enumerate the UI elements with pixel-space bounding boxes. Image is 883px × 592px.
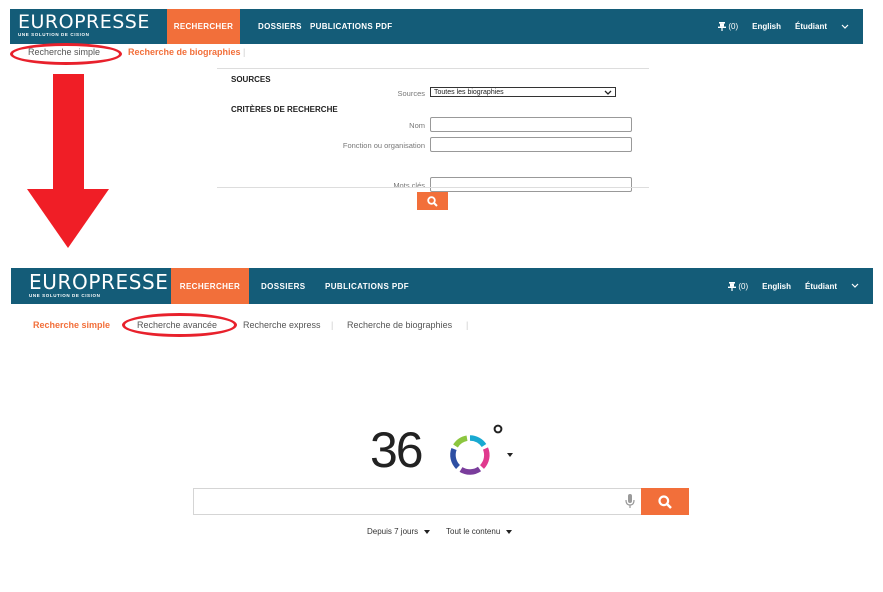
europresse-logo[interactable]: EUROPRESSE UNE SOLUTION DE CISION	[18, 12, 150, 37]
sources-heading: SOURCES	[231, 75, 271, 84]
subnav-separator: |	[466, 320, 469, 330]
tab-recherche-express[interactable]: Recherche express	[243, 320, 321, 330]
logo-brand: EUROPRESSE	[18, 11, 150, 33]
sources-label: Sources	[397, 89, 425, 98]
nom-label: Nom	[409, 121, 425, 130]
mots-cles-label: Mots clés	[393, 181, 425, 190]
europresse-logo[interactable]: EUROPRESSE UNE SOLUTION DE CISION	[29, 270, 169, 299]
menu-publications-pdf[interactable]: PUBLICATIONS PDF	[325, 268, 409, 304]
user-menu[interactable]: Étudiant	[805, 282, 837, 291]
search-icon	[658, 494, 672, 509]
search-button[interactable]	[417, 192, 448, 210]
tab-recherche-biographies[interactable]: Recherche de biographies	[128, 47, 241, 57]
annotation-circle-simple	[10, 43, 122, 65]
annotation-circle-avancee	[122, 313, 237, 337]
search-button[interactable]	[641, 488, 689, 515]
chevron-down-icon	[604, 90, 612, 95]
content-filter[interactable]: Tout le contenu	[446, 527, 513, 536]
menu-rechercher[interactable]: RECHERCHER	[171, 268, 249, 304]
pinned-items[interactable]: (0)	[728, 281, 749, 291]
language-link[interactable]: English	[752, 22, 781, 31]
criteria-heading: CRITÈRES DE RECHERCHE	[231, 105, 338, 114]
search-input[interactable]	[193, 488, 641, 515]
fonction-label: Fonction ou organisation	[342, 141, 425, 150]
top-navbar: EUROPRESSE UNE SOLUTION DE CISION RECHER…	[10, 9, 863, 44]
pin-icon	[728, 281, 737, 291]
pinned-items[interactable]: (0)	[718, 22, 738, 31]
logo-360: 36	[370, 420, 520, 480]
tab-recherche-simple[interactable]: Recherche simple	[33, 320, 110, 330]
pin-icon	[718, 22, 727, 31]
fonction-input[interactable]	[430, 137, 632, 152]
chevron-down-icon[interactable]	[851, 283, 859, 289]
nom-input[interactable]	[430, 117, 632, 132]
tab-recherche-biographies[interactable]: Recherche de biographies	[347, 320, 452, 330]
biography-search-form: SOURCES Sources Toutes les biographies C…	[217, 68, 649, 210]
caret-down-icon	[506, 529, 513, 534]
period-filter-label: Depuis 7 jours	[367, 527, 419, 536]
pin-count: (0)	[738, 281, 749, 291]
top-navbar-2: EUROPRESSE UNE SOLUTION DE CISION RECHER…	[11, 268, 873, 304]
content-filter-label: Tout le contenu	[446, 527, 501, 536]
search-icon	[427, 195, 438, 207]
mots-cles-input[interactable]	[430, 177, 632, 192]
menu-rechercher[interactable]: RECHERCHER	[167, 9, 240, 44]
microphone-icon[interactable]	[625, 494, 635, 509]
subnav-separator: |	[331, 320, 334, 330]
language-link[interactable]: English	[762, 282, 791, 291]
user-menu[interactable]: Étudiant	[795, 22, 827, 31]
logo-360-ring-icon	[450, 424, 513, 475]
sources-select[interactable]: Toutes les biographies	[430, 87, 616, 97]
annotation-arrow-head	[27, 189, 109, 248]
caret-down-icon	[424, 529, 431, 534]
pin-count: (0)	[728, 22, 739, 31]
annotation-arrow-shaft	[53, 74, 84, 190]
subnav-separator: |	[243, 47, 246, 57]
logo-brand: EUROPRESSE	[29, 270, 169, 294]
sources-select-value: Toutes les biographies	[434, 88, 504, 96]
menu-dossiers[interactable]: DOSSIERS	[258, 9, 302, 44]
menu-dossiers[interactable]: DOSSIERS	[261, 268, 306, 304]
chevron-down-icon[interactable]	[841, 24, 849, 30]
period-filter[interactable]: Depuis 7 jours	[367, 527, 431, 536]
menu-publications-pdf[interactable]: PUBLICATIONS PDF	[310, 9, 392, 44]
